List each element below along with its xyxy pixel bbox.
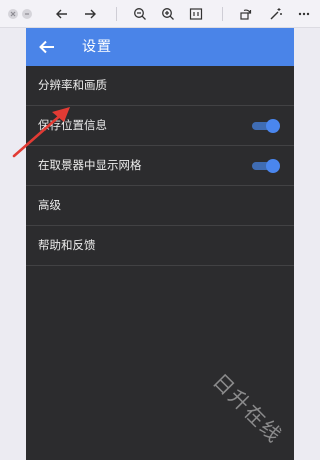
zoom-out-icon[interactable] (130, 4, 150, 24)
magic-wand-icon[interactable] (266, 4, 286, 24)
toolbar-divider (116, 7, 117, 21)
settings-item-label: 帮助和反馈 (38, 238, 96, 252)
settings-item-label: 保存位置信息 (38, 118, 107, 132)
back-arrow-icon[interactable] (52, 4, 72, 24)
viewer-toolbar (0, 0, 320, 28)
zoom-in-icon[interactable] (158, 4, 178, 24)
app-bar: 设置 (26, 28, 294, 66)
toggle-thumb (266, 119, 280, 133)
settings-item-save-location[interactable]: 保存位置信息 (26, 106, 294, 146)
more-icon[interactable] (294, 4, 314, 24)
settings-item-label: 分辨率和画质 (38, 78, 107, 92)
page-title: 设置 (82, 39, 112, 55)
settings-item-label: 在取景器中显示网格 (38, 158, 142, 172)
settings-item-viewfinder-grid[interactable]: 在取景器中显示网格 (26, 146, 294, 186)
save-location-toggle[interactable] (252, 119, 280, 133)
minimize-window-icon[interactable] (22, 9, 32, 19)
viewfinder-grid-toggle[interactable] (252, 159, 280, 173)
settings-item-label: 高级 (38, 198, 61, 212)
settings-item-resolution[interactable]: 分辨率和画质 (26, 66, 294, 106)
settings-list: 分辨率和画质 保存位置信息 在取景器中显示网格 高级 帮助和反馈 (26, 66, 294, 266)
back-button[interactable] (36, 37, 58, 57)
settings-item-advanced[interactable]: 高级 (26, 186, 294, 226)
close-window-icon[interactable] (8, 9, 18, 19)
forward-arrow-icon[interactable] (80, 4, 100, 24)
back-arrow-icon (39, 40, 54, 54)
rotate-icon[interactable] (236, 4, 256, 24)
toolbar-divider (222, 7, 223, 21)
toggle-thumb (266, 159, 280, 173)
fit-to-window-icon[interactable] (186, 4, 206, 24)
settings-item-help-feedback[interactable]: 帮助和反馈 (26, 226, 294, 266)
